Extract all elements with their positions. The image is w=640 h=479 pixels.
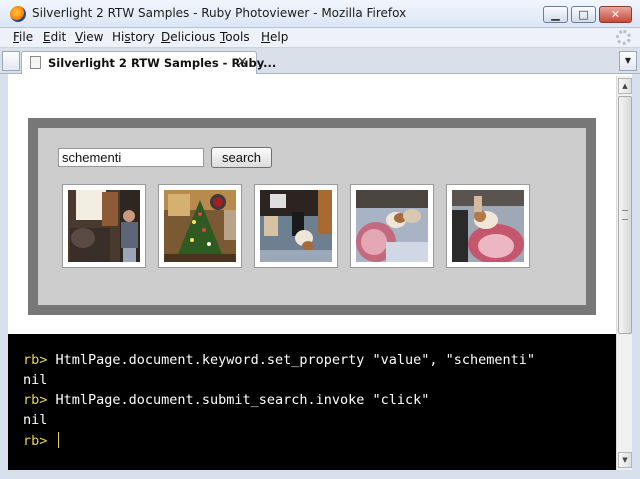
photo-person-in-living-room (68, 190, 140, 262)
console-input-line[interactable]: rb> (23, 432, 59, 449)
menu-bar: File Edit View History Delicious Tools H… (0, 28, 640, 48)
menu-tools[interactable]: Tools (220, 30, 250, 44)
menu-delicious[interactable]: Delicious (161, 30, 215, 44)
photo-thumbnail[interactable] (446, 184, 530, 268)
console-line: rb> HtmlPage.document.keyword.set_proper… (23, 352, 535, 368)
window-right-edge (632, 74, 640, 479)
photo-puppy-on-floor (260, 190, 332, 262)
console-prompt: rb> (23, 433, 56, 449)
console-line: nil (23, 412, 47, 428)
console-line: rb> HtmlPage.document.submit_search.invo… (23, 392, 429, 408)
text-cursor (57, 432, 59, 448)
photo-thumbnail[interactable] (254, 184, 338, 268)
photoviewer-panel: search (38, 128, 586, 305)
photo-christmas-tree (164, 190, 236, 262)
photo-puppy-on-lap (452, 190, 524, 262)
scrollbar-grip (622, 210, 628, 220)
console-line: nil (23, 372, 47, 388)
search-input[interactable] (58, 148, 204, 167)
tab-ruby-photoviewer[interactable]: Silverlight 2 RTW Samples - Ruby... ✕ (21, 51, 276, 74)
firefox-icon (10, 6, 26, 22)
scroll-up-arrow-icon[interactable]: ▲ (618, 78, 632, 94)
console-text: nil (23, 372, 48, 388)
page-content: search (8, 76, 616, 334)
console-prompt: rb> (23, 352, 56, 368)
menu-file[interactable]: File (13, 30, 33, 44)
close-window-button[interactable]: ✕ (599, 6, 632, 23)
tab-bar: Silverlight 2 RTW Samples - Ruby... ✕ ▼ (0, 48, 640, 74)
tab-scroll-left-button[interactable] (2, 51, 20, 71)
scrollbar-thumb[interactable] (618, 96, 632, 334)
console-text: HtmlPage.document.submit_search.invoke "… (55, 392, 430, 408)
window-left-edge (0, 74, 8, 479)
tab-list-dropdown-button[interactable]: ▼ (619, 51, 637, 71)
menu-edit[interactable]: Edit (43, 30, 66, 44)
console-prompt: rb> (23, 392, 56, 408)
window-title: Silverlight 2 RTW Samples - Ruby Photovi… (32, 6, 407, 20)
menu-help[interactable]: Help (261, 30, 288, 44)
page-favicon-icon (30, 56, 41, 69)
window-titlebar: Silverlight 2 RTW Samples - Ruby Photovi… (0, 0, 640, 28)
photoviewer-frame: search (28, 118, 596, 315)
tab-close-icon[interactable]: ✕ (237, 55, 248, 70)
ruby-console[interactable]: rb> HtmlPage.document.keyword.set_proper… (8, 334, 616, 470)
console-text: nil (23, 412, 48, 428)
photo-thumbnail[interactable] (62, 184, 146, 268)
console-text: HtmlPage.document.keyword.set_property "… (55, 352, 536, 368)
activity-throbber-icon (616, 30, 631, 45)
menu-view[interactable]: View (75, 30, 103, 44)
window-bottom-edge (0, 470, 640, 479)
photo-thumbnail[interactable] (158, 184, 242, 268)
minimize-button[interactable]: ▁ (543, 6, 568, 23)
scroll-down-arrow-icon[interactable]: ▼ (618, 452, 632, 468)
vertical-scrollbar[interactable]: ▲ ▼ (616, 76, 632, 470)
maximize-button[interactable]: □ (571, 6, 596, 23)
search-button[interactable]: search (211, 147, 272, 168)
photo-puppies-on-blanket (356, 190, 428, 262)
menu-history[interactable]: History (112, 30, 155, 44)
photo-thumbnail[interactable] (350, 184, 434, 268)
